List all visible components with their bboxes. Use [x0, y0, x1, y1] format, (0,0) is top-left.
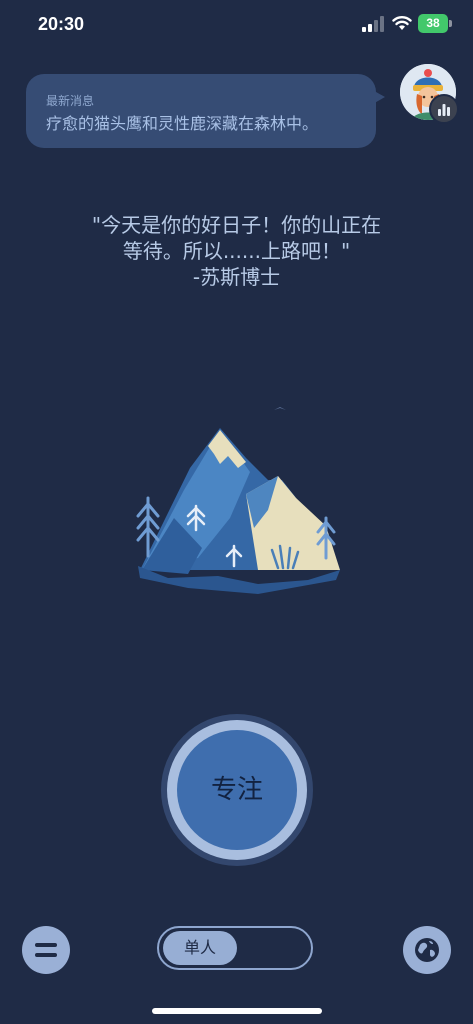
status-time: 20:30 [38, 14, 85, 34]
mode-other-option[interactable] [239, 931, 309, 965]
news-bubble[interactable]: 最新消息 疗愈的猫头鹰和灵性鹿深藏在森林中。 [26, 74, 376, 148]
quote-line-1: "今天是你的好日子！你的山正在 [91, 213, 382, 237]
mode-toggle: 单人 [157, 926, 313, 970]
news-bubble-tail [369, 88, 385, 106]
wifi-icon [392, 16, 412, 30]
mountain-illustration [136, 407, 340, 594]
signal-icon [362, 16, 384, 32]
quote-author: -苏斯博士 [192, 265, 281, 289]
battery-level: 38 [426, 16, 440, 30]
focus-button[interactable]: 专注 [177, 730, 297, 850]
motivational-quote: "今天是你的好日子！你的山正在 等待。所以......上路吧！" -苏斯博士 [40, 212, 433, 290]
battery-icon: 38 [418, 14, 448, 33]
battery-nub [449, 20, 452, 27]
mode-single-option[interactable]: 单人 [163, 931, 237, 965]
news-body: 疗愈的猫头鹰和灵性鹿深藏在森林中。 [46, 114, 319, 133]
globe-button[interactable] [403, 926, 451, 974]
stats-badge[interactable] [429, 94, 459, 124]
globe-icon [415, 938, 439, 962]
bar-chart-icon [438, 104, 450, 116]
quote-line-2: 等待。所以......上路吧！" [122, 239, 351, 263]
news-title: 最新消息 [46, 94, 95, 108]
home-indicator [152, 1008, 322, 1014]
status-bar: 20:30 38 [0, 0, 473, 50]
menu-button[interactable] [22, 926, 70, 974]
